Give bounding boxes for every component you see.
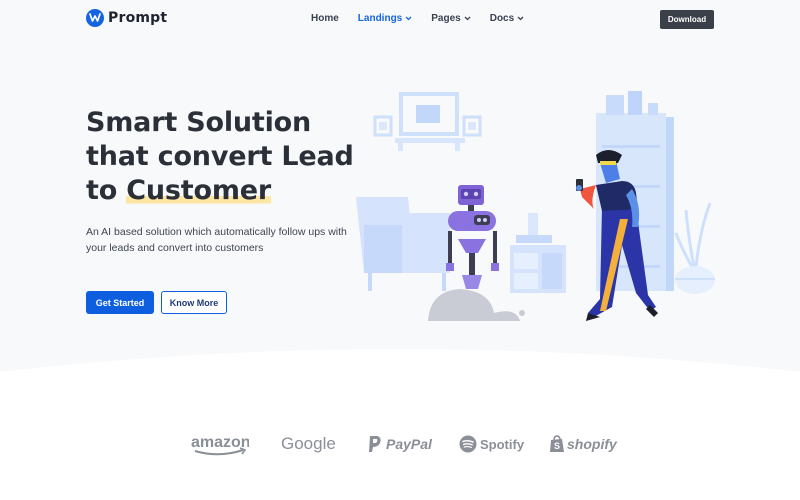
nav-item-label: Docs — [489, 13, 515, 24]
wall-frames-icon — [373, 92, 482, 151]
nav-item-label: Home — [311, 13, 339, 24]
chevron-down-icon — [517, 13, 524, 24]
prompt-logo-icon — [86, 9, 104, 27]
headline-highlight: Customer — [126, 175, 271, 206]
google-wordmark: Google — [281, 434, 336, 453]
shopify-logo-icon: S shopify — [549, 428, 617, 460]
paypal-logo-icon: PayPal — [368, 428, 432, 460]
chevron-down-icon — [405, 13, 412, 24]
chevron-down-icon — [464, 13, 471, 24]
nav-item-label: Pages — [431, 13, 461, 24]
brand-name: Prompt — [108, 10, 168, 26]
partner-logos: amazon Google PayPal Spotify S shopify — [0, 428, 800, 460]
main-menu: Home Landings Pages Docs — [311, 13, 524, 24]
nav-item-landings[interactable]: Landings — [358, 13, 412, 24]
top-navbar: Prompt Home Landings Pages Docs Download — [0, 0, 800, 40]
side-table-icon — [510, 213, 566, 293]
headline-line: Smart Solution — [86, 107, 312, 138]
hero-headline: Smart Solution that convert Lead to Cust… — [86, 106, 386, 208]
paypal-wordmark: PayPal — [386, 436, 432, 452]
armchair-icon — [356, 197, 450, 291]
nav-item-pages[interactable]: Pages — [431, 13, 471, 24]
amazon-logo-icon: amazon — [191, 428, 249, 460]
plant-icon — [674, 202, 715, 294]
nav-item-label: Landings — [357, 13, 403, 24]
hero-bottom-curve — [0, 349, 800, 380]
nav-item-docs[interactable]: Docs — [490, 13, 524, 24]
spotify-logo-icon: Spotify — [459, 428, 524, 460]
download-button[interactable]: Download — [660, 10, 714, 29]
headline-line: that convert Lead — [86, 141, 354, 172]
google-logo-icon: Google — [281, 428, 336, 460]
get-started-button[interactable]: Get Started — [86, 291, 154, 314]
headline-line: to Customer — [86, 174, 386, 208]
spotify-wordmark: Spotify — [480, 436, 525, 452]
hero-illustration — [356, 91, 715, 321]
know-more-button[interactable]: Know More — [161, 291, 227, 314]
shopify-wordmark: shopify — [567, 436, 617, 452]
brand-logo[interactable]: Prompt — [86, 9, 167, 27]
nav-item-home[interactable]: Home — [311, 13, 339, 24]
headline-prefix: to — [86, 175, 127, 206]
svg-text:S: S — [554, 441, 560, 451]
hero-subtext: An AI based solution which automatically… — [86, 226, 347, 254]
